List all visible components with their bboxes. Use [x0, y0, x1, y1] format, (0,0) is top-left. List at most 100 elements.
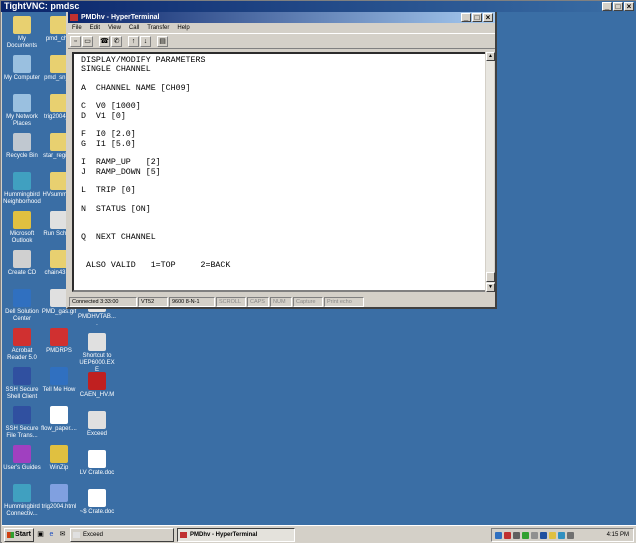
desktop-icon[interactable]: Hummingbird Neighborhood	[3, 172, 41, 206]
menu-help[interactable]: Help	[177, 23, 189, 33]
desktop-icon[interactable]: CAEN_HV.M	[78, 372, 116, 399]
scroll-down-icon[interactable]: ▼	[486, 283, 495, 292]
menu-call[interactable]: Call	[129, 23, 139, 33]
hummingbird-connectivity-icon	[13, 484, 31, 502]
connection-tray-icon[interactable]	[567, 531, 574, 539]
scroll-thumb[interactable]	[486, 272, 495, 282]
terminal-line: D V1 [0]	[81, 111, 126, 121]
desktop-icon-label: Create CD	[7, 270, 37, 276]
word-doc-icon	[88, 450, 106, 468]
internet-explorer-icon[interactable]: e	[47, 530, 56, 539]
taskbar-button-label: Exceed	[83, 531, 104, 538]
desktop-icon[interactable]: SSH Secure Shell Client	[3, 367, 41, 401]
desktop-icon-label: PMD_gas.gif	[41, 309, 77, 315]
disconnect-icon[interactable]: ✆	[111, 36, 122, 47]
dell-icon	[13, 289, 31, 307]
vnc-tray-icon[interactable]	[540, 531, 547, 539]
update-tray-icon[interactable]	[558, 531, 565, 539]
menu-file[interactable]: File	[72, 23, 82, 33]
terminal-line: I RAMP_UP [2]	[81, 158, 161, 168]
desktop-icon[interactable]: Tell Me How	[40, 367, 78, 394]
desktop-icon[interactable]: trig2004.html	[40, 484, 78, 511]
printer-tray-icon[interactable]	[531, 531, 538, 539]
terminal-line: L TRIP [0]	[81, 186, 136, 196]
recycle-bin-icon	[13, 133, 31, 151]
vnc-titlebar[interactable]: TightVNC: pmdsc _ □ ×	[1, 1, 636, 12]
desktop-icon[interactable]: WinZip	[40, 445, 78, 472]
desktop-icon-label: ~$ Crate.doc	[79, 509, 115, 515]
vertical-scrollbar[interactable]: ▲ ▼	[485, 52, 495, 292]
menu-view[interactable]: View	[108, 23, 121, 33]
terminal-line: ALSO VALID 1=TOP 2=BACK	[81, 260, 231, 270]
desktop-icon[interactable]: User's Guides	[3, 445, 41, 472]
volume-tray-icon[interactable]	[513, 531, 520, 539]
open-icon[interactable]: ▭	[82, 36, 93, 47]
send-icon[interactable]: ↑	[128, 36, 139, 47]
desktop-icon[interactable]: My Computer	[3, 55, 41, 82]
show-desktop-icon[interactable]: ▣	[36, 530, 45, 539]
desktop-icon[interactable]: Exceed	[78, 411, 116, 438]
winzip-icon	[50, 445, 68, 463]
maximize-icon[interactable]: □	[613, 2, 623, 11]
ht-minimize-icon[interactable]: _	[461, 13, 471, 22]
scroll-up-icon[interactable]: ▲	[486, 52, 495, 61]
desktop-icon[interactable]: PMDRPS	[40, 328, 78, 355]
antivirus-tray-icon[interactable]	[504, 531, 511, 539]
menu-transfer[interactable]: Transfer	[147, 23, 169, 33]
hyperterminal-titlebar[interactable]: PMDhv - HyperTerminal _ □ ×	[68, 12, 495, 23]
desktop-icon-label: Dell Solution Center	[5, 309, 39, 322]
close-icon[interactable]: ×	[624, 2, 634, 11]
desktop-icon[interactable]: My Network Places	[3, 94, 41, 128]
terminal-line: C V0 [1000]	[81, 102, 141, 112]
desktop-icon[interactable]: Shortcut to UEP6000.EXE	[78, 333, 116, 374]
receive-icon[interactable]: ↓	[140, 36, 151, 47]
my-computer-icon	[13, 55, 31, 73]
taskbar-button[interactable]: Exceed	[70, 527, 174, 542]
desktop-icon-label: SSH Secure Shell Client	[5, 387, 39, 400]
terminal-line: N STATUS [ON]	[81, 204, 151, 214]
properties-icon[interactable]: ▤	[157, 36, 168, 47]
desktop-icon[interactable]: Dell Solution Center	[3, 289, 41, 323]
desktop-icon[interactable]: Create CD	[3, 250, 41, 277]
desktop-icon[interactable]: My Documents	[3, 16, 41, 50]
desktop-icon[interactable]: Microsoft Outlook	[3, 211, 41, 245]
connect-icon[interactable]: ☎	[99, 36, 110, 47]
user-guides-icon	[13, 445, 31, 463]
ht-close-icon[interactable]: ×	[483, 13, 493, 22]
terminal-line: SINGLE CHANNEL	[81, 65, 151, 75]
desktop-icon[interactable]: LV Crate.doc	[78, 450, 116, 477]
acrobat-icon	[13, 328, 31, 346]
desktop-icon[interactable]: Recycle Bin	[3, 133, 41, 160]
desktop-icon[interactable]: Hummingbird Connectiv...	[3, 484, 41, 518]
taskbar: Start ▣ e ✉ Exceed PMDhv - HyperTerminal …	[2, 525, 636, 543]
desktop-icon[interactable]: flow_paper....	[40, 406, 78, 433]
menu-edit[interactable]: Edit	[90, 23, 100, 33]
minimize-icon[interactable]: _	[602, 2, 612, 11]
desktop-icon-label: SSH Secure File Trans...	[5, 426, 39, 439]
new-connection-icon[interactable]: ▫	[70, 36, 81, 47]
my-documents-icon	[13, 16, 31, 34]
desktop-icon-label: User's Guides	[3, 465, 41, 471]
display-tray-icon[interactable]	[522, 531, 529, 539]
security-tray-icon[interactable]	[549, 531, 556, 539]
desktop-icon[interactable]: Acrobat Reader 5.0	[3, 328, 41, 362]
taskbar-button[interactable]: PMDhv - HyperTerminal	[177, 527, 295, 542]
html-file-icon	[50, 484, 68, 502]
terminal-screen[interactable]: DISPLAY/MODIFY PARAMETERS SINGLE CHANNEL A…	[72, 52, 487, 292]
terminal-line: A CHANNEL NAME [CH09]	[81, 83, 191, 93]
outlook-quicklaunch-icon[interactable]: ✉	[58, 530, 67, 539]
desktop-icon[interactable]: SSH Secure File Trans...	[3, 406, 41, 440]
desktop-icon-label: Hummingbird Connectiv...	[4, 504, 40, 517]
network-tray-icon[interactable]	[495, 531, 502, 539]
ht-maximize-icon[interactable]: □	[472, 13, 482, 22]
exceed-icon	[88, 411, 106, 429]
start-button[interactable]: Start	[4, 527, 34, 542]
desktop-icon[interactable]: ~$ Crate.doc	[78, 489, 116, 516]
status-cell: CAPS	[247, 297, 269, 307]
